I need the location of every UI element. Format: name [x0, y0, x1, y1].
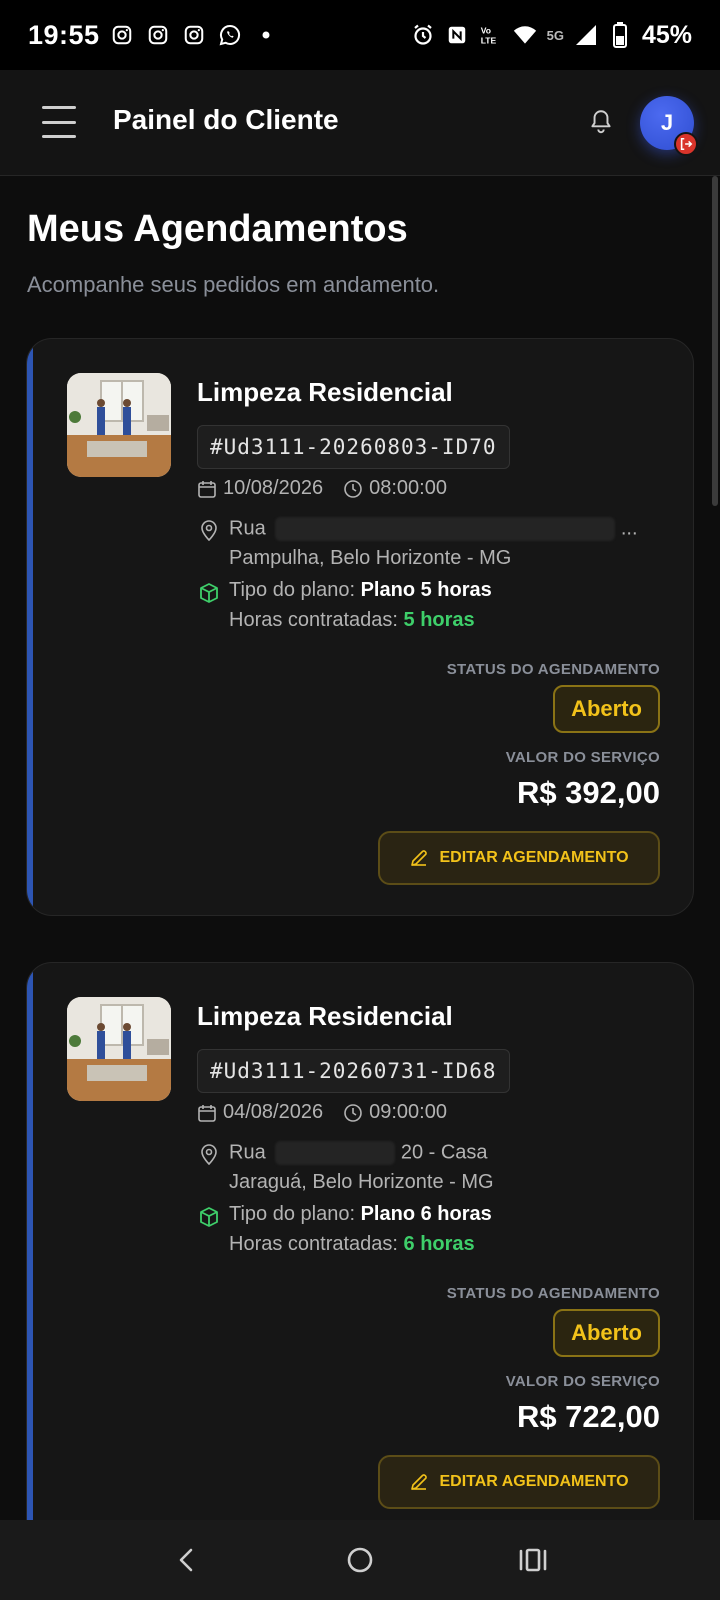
5g-icon: 5G: [546, 27, 564, 43]
nfc-icon: [445, 23, 469, 47]
pencil-icon: [411, 1474, 428, 1490]
address-line-1: Rua 20 - Casa: [229, 1141, 488, 1165]
instagram-icon: [146, 23, 170, 47]
wifi-icon: [513, 23, 537, 47]
status-time: 19:55: [28, 19, 100, 50]
service-title: Limpeza Residencial: [197, 377, 453, 407]
clock-icon: [344, 479, 362, 498]
hours-label: Horas contratadas:: [229, 609, 404, 631]
instagram-icon: [182, 23, 206, 47]
calendar-icon: [198, 1104, 216, 1122]
battery-percent: 45%: [641, 20, 692, 49]
status-badge: Aberto: [553, 685, 660, 733]
status-badge: Aberto: [553, 1309, 660, 1357]
battery-icon: [608, 22, 632, 48]
address-line-2: Pampulha, Belo Horizonte - MG: [229, 547, 512, 569]
address-street: Rua: [229, 1141, 266, 1164]
redacted-address: [275, 1141, 396, 1165]
booking-time: 08:00:00: [369, 477, 447, 499]
svg-text:Vo: Vo: [480, 25, 490, 35]
system-icons: Vo LTE 5G 45%: [411, 21, 692, 50]
back-icon[interactable]: [162, 1535, 212, 1585]
booking-time: 09:00:00: [369, 1101, 447, 1123]
address-line-2: Jaraguá, Belo Horizonte - MG: [229, 1171, 494, 1193]
redacted-address: [275, 517, 616, 541]
edit-booking-label: EDITAR AGENDAMENTO: [439, 849, 629, 866]
header-title: Painel do Cliente: [113, 104, 339, 135]
edit-booking-button[interactable]: EDITAR AGENDAMENTO: [378, 1455, 660, 1509]
address-street: Rua: [229, 517, 266, 540]
bell-icon[interactable]: [588, 108, 614, 136]
booking-date: 04/08/2026: [223, 1101, 324, 1123]
date-time-row: 04/08/2026 09:00:00: [197, 1101, 447, 1124]
pencil-icon: [411, 850, 428, 866]
booking-card: Limpeza Residencial #Ud3111-20260731-ID6…: [26, 962, 694, 1562]
app-header: Painel do Cliente J: [0, 70, 720, 176]
home-icon[interactable]: [335, 1535, 385, 1585]
edit-booking-label: EDITAR AGENDAMENTO: [439, 1473, 629, 1490]
logout-icon[interactable]: [674, 132, 698, 156]
recents-icon[interactable]: [508, 1535, 558, 1585]
calendar-icon: [198, 480, 216, 498]
service-image: [67, 373, 171, 477]
alarm-icon: [411, 23, 435, 47]
plan-type: Tipo do plano: Plano 6 horas: [229, 1203, 492, 1226]
booking-code: #Ud3111-20260803-ID70: [197, 425, 510, 469]
hours-contracted: Horas contratadas: 5 horas: [229, 609, 475, 632]
instagram-icon: [110, 23, 134, 47]
address-line-1: Rua ...: [229, 517, 638, 541]
plan-name: Plano 5 horas: [360, 579, 492, 601]
menu-button[interactable]: [42, 106, 76, 138]
navigation-bar: [0, 1520, 720, 1600]
status-label: STATUS DO AGENDAMENTO: [446, 1285, 660, 1302]
service-price: R$ 392,00: [516, 775, 660, 810]
hours-value: 6 horas: [403, 1233, 475, 1255]
location-pin-icon: [201, 520, 217, 541]
plan-type-label: Tipo do plano:: [229, 1203, 361, 1225]
hours-label: Horas contratadas:: [229, 1233, 404, 1255]
value-label: VALOR DO SERVIÇO: [505, 749, 660, 766]
plan-name: Plano 6 horas: [360, 1203, 492, 1225]
clock-icon: [344, 1103, 362, 1122]
volte-icon: Vo LTE: [479, 23, 503, 47]
service-title: Limpeza Residencial: [197, 1001, 453, 1031]
page-title: Meus Agendamentos: [27, 208, 408, 250]
scrollbar[interactable]: [712, 176, 718, 506]
booking-date: 10/08/2026: [223, 477, 324, 499]
whatsapp-icon: [218, 23, 242, 47]
booking-code: #Ud3111-20260731-ID68: [197, 1049, 510, 1093]
page-subtitle: Acompanhe seus pedidos em andamento.: [27, 272, 440, 297]
plan-type: Tipo do plano: Plano 5 horas: [229, 579, 492, 602]
value-label: VALOR DO SERVIÇO: [505, 1373, 660, 1390]
plan-type-label: Tipo do plano:: [229, 579, 361, 601]
dot-icon: [254, 23, 278, 47]
notification-icons: [110, 23, 278, 47]
edit-booking-button[interactable]: EDITAR AGENDAMENTO: [378, 831, 660, 885]
booking-card: Limpeza Residencial #Ud3111-20260803-ID7…: [26, 338, 694, 916]
status-bar: 19:55 Vo LTE 5G 45%: [0, 0, 720, 70]
package-icon: [200, 583, 218, 603]
address-number: 20 - Casa: [400, 1141, 488, 1164]
date-time-row: 10/08/2026 08:00:00: [197, 477, 447, 500]
location-pin-icon: [201, 1144, 217, 1165]
address-ellipsis: ...: [620, 517, 638, 540]
status-label: STATUS DO AGENDAMENTO: [446, 661, 660, 678]
svg-text:LTE: LTE: [480, 36, 496, 46]
service-image: [67, 997, 171, 1101]
hours-value: 5 horas: [403, 609, 475, 631]
package-icon: [200, 1207, 218, 1227]
signal-icon: [574, 23, 598, 47]
hours-contracted: Horas contratadas: 6 horas: [229, 1233, 475, 1256]
service-price: R$ 722,00: [516, 1399, 660, 1434]
